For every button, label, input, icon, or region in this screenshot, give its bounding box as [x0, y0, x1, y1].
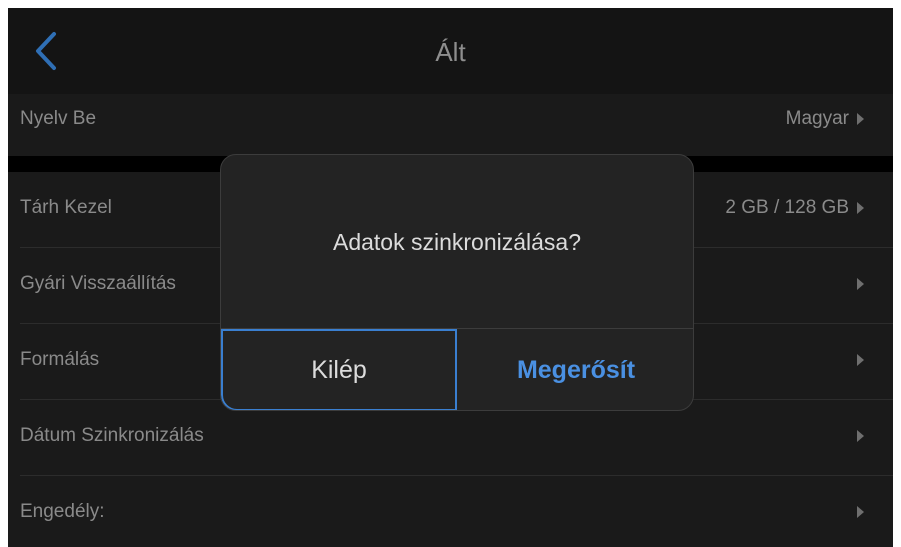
dialog-message: Adatok szinkronizálása? — [332, 229, 582, 255]
sync-confirm-dialog: Adatok szinkronizálása? Kilép Megerősít — [220, 154, 694, 411]
chevron-right-icon — [857, 506, 864, 518]
permission-label: Engedély: — [20, 501, 105, 522]
language-value: Magyar — [785, 108, 849, 129]
format-label: Formálás — [20, 349, 100, 370]
settings-row-date-sync[interactable]: Dátum Szinkronizálás — [8, 400, 893, 476]
header-bar: Ált — [8, 8, 893, 94]
chevron-right-icon — [857, 430, 864, 442]
chevron-right-icon — [857, 113, 864, 125]
storage-label: Tárh Kezel — [20, 197, 112, 218]
storage-value: 2 GB / 128 GB — [725, 197, 849, 218]
chevron-right-icon — [857, 354, 864, 366]
date-sync-label: Dátum Szinkronizálás — [20, 425, 204, 446]
language-label: Nyelv Be — [20, 108, 97, 129]
page-title: Ált — [435, 37, 466, 67]
chevron-right-icon — [857, 278, 864, 290]
settings-row-language[interactable]: Nyelv Be Magyar — [8, 94, 893, 156]
confirm-button[interactable]: Megerősít — [457, 329, 693, 410]
settings-screen: Ált Nyelv Be Magyar Tárh Kezel 2 GB / 12… — [8, 8, 893, 547]
exit-button[interactable]: Kilép — [221, 329, 457, 410]
settings-row-permission[interactable]: Engedély: — [8, 476, 893, 547]
factory-reset-label: Gyári Visszaállítás — [20, 273, 176, 294]
chevron-right-icon — [857, 202, 864, 214]
